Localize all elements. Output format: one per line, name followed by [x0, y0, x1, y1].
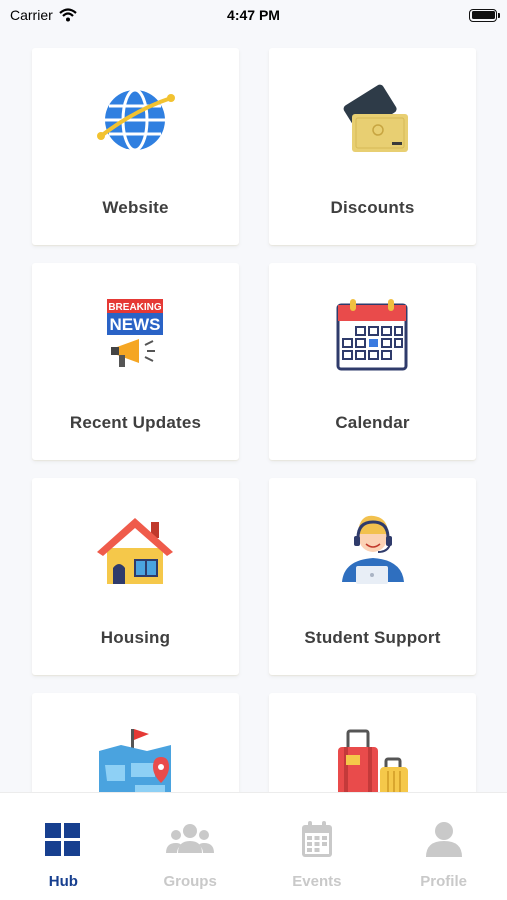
svg-text:BREAKING: BREAKING — [108, 302, 162, 313]
tile-website[interactable]: Website — [32, 48, 239, 245]
tile-student-support[interactable]: Student Support — [269, 478, 476, 675]
calendar-icon — [336, 299, 408, 371]
status-bar: Carrier 4:47 PM — [0, 0, 507, 30]
profile-icon — [425, 822, 462, 857]
luggage-icon — [338, 729, 408, 792]
tab-label: Hub — [48, 873, 78, 890]
wifi-icon — [59, 8, 77, 22]
tab-groups[interactable]: Groups — [127, 793, 254, 900]
support-agent-icon — [342, 515, 404, 584]
battery-icon — [469, 8, 500, 22]
carrier-label: Carrier — [10, 7, 53, 23]
cards-icon — [343, 84, 408, 152]
tile-recent-updates[interactable]: BREAKING NEWS Recent Updates — [32, 263, 239, 460]
tab-hub[interactable]: Hub — [0, 793, 127, 900]
status-left: Carrier — [10, 7, 77, 23]
tile-label: Student Support — [304, 628, 441, 647]
tile-calendar[interactable]: Calendar — [269, 263, 476, 460]
tile-luggage[interactable] — [269, 693, 476, 792]
tab-events[interactable]: Events — [254, 793, 381, 900]
tile-label: Recent Updates — [69, 413, 202, 432]
tile-label: Website — [102, 198, 169, 217]
tile-housing[interactable]: Housing — [32, 478, 239, 675]
tile-label: Calendar — [335, 413, 410, 432]
hub-grid: Website Discounts BREAKING NEWS Recent U… — [0, 0, 507, 792]
groups-icon — [166, 824, 215, 853]
grid-icon — [45, 823, 81, 856]
tab-label: Events — [292, 873, 342, 890]
tile-discounts[interactable]: Discounts — [269, 48, 476, 245]
tab-label: Groups — [163, 873, 217, 890]
tab-bar: Hub Groups Events Profile — [0, 792, 507, 900]
events-calendar-icon — [301, 821, 332, 857]
tab-label: Profile — [420, 873, 467, 890]
svg-text:NEWS: NEWS — [110, 315, 161, 334]
tile-map[interactable] — [32, 693, 239, 792]
breaking-news-icon: BREAKING NEWS — [107, 299, 163, 367]
tile-label: Discounts — [330, 198, 415, 217]
tab-profile[interactable]: Profile — [380, 793, 507, 900]
house-icon — [97, 518, 173, 584]
map-icon — [99, 729, 171, 792]
globe-icon — [97, 88, 175, 152]
tile-label: Housing — [100, 628, 171, 647]
